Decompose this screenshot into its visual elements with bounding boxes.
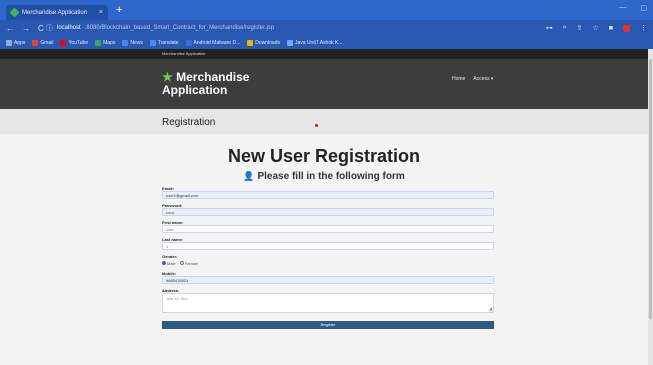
gender-female-option[interactable]: Female bbox=[179, 261, 198, 266]
cursor-dot bbox=[315, 124, 318, 127]
subheader-title: Registration bbox=[162, 117, 216, 128]
bookmark-gmail[interactable]: Gmail bbox=[32, 39, 53, 46]
page-scrollbar[interactable] bbox=[648, 49, 653, 365]
lastname-field[interactable]: 1 bbox=[162, 242, 494, 250]
bookmark-youtube[interactable]: YouTube bbox=[60, 39, 88, 46]
registration-content: New User Registration 👤 Please fill in th… bbox=[0, 134, 648, 365]
translate-icon bbox=[149, 39, 156, 46]
bookmark-translate[interactable]: Translate bbox=[149, 39, 179, 46]
brand-line-2: Application bbox=[162, 83, 228, 97]
menu-kebab-icon[interactable]: ⋮ bbox=[640, 24, 647, 32]
menu-home[interactable]: Home bbox=[452, 76, 465, 82]
brand-line-1: Merchandise bbox=[176, 70, 250, 84]
maximize-icon[interactable]: ▢ bbox=[640, 4, 647, 12]
url-path: :8080/Blockchain_based_Smart_Contract_fo… bbox=[84, 25, 275, 31]
bookmark-downloads[interactable]: Downloads bbox=[247, 39, 280, 46]
firstname-field[interactable]: user bbox=[162, 225, 494, 233]
site-brand[interactable]: ★ Merchandise Application bbox=[162, 71, 249, 97]
share-icon[interactable]: ⇪ bbox=[577, 24, 583, 32]
bookmarks-bar: Apps Gmail YouTube Maps News Translate A… bbox=[0, 36, 653, 49]
main-menu: Home Access ▾ bbox=[452, 76, 493, 82]
apps-icon bbox=[6, 39, 12, 46]
top-navbar: Merchandise Application bbox=[0, 49, 648, 59]
gender-male-option[interactable]: Male bbox=[162, 261, 176, 266]
menu-access[interactable]: Access ▾ bbox=[473, 76, 493, 82]
downloads-icon bbox=[247, 39, 254, 46]
male-radio[interactable] bbox=[162, 261, 166, 266]
form-subtitle: 👤 Please fill in the following form bbox=[243, 171, 405, 182]
back-icon[interactable]: ← bbox=[6, 24, 14, 33]
topbar-brand[interactable]: Merchandise Application bbox=[162, 51, 205, 56]
resize-grip-icon[interactable]: ◢ bbox=[489, 306, 492, 311]
zoom-icon[interactable]: ⌕ bbox=[563, 24, 567, 32]
android-icon bbox=[185, 39, 192, 46]
site-info-icon[interactable]: ⓘ bbox=[46, 23, 53, 33]
new-tab-icon[interactable]: + bbox=[116, 5, 122, 16]
bookmark-maps[interactable]: Maps bbox=[95, 39, 115, 46]
youtube-icon bbox=[60, 39, 67, 46]
news-icon bbox=[122, 39, 129, 46]
password-field[interactable]: •••••• bbox=[162, 208, 494, 216]
bookmark-apps[interactable]: Apps bbox=[6, 39, 25, 46]
toolbar-right-icons: ⊶ ⌕ ⇪ ☆ ■ ⋮ bbox=[546, 24, 647, 32]
browser-tabstrip: Merchandise Application × + — ▢ bbox=[0, 0, 653, 20]
tab-title: Merchandise Application bbox=[22, 9, 88, 16]
sidepanel-icon[interactable]: ■ bbox=[609, 25, 613, 32]
site-favicon-icon bbox=[9, 7, 20, 18]
web-page: Merchandise Application ★ Merchandise Ap… bbox=[0, 49, 648, 365]
bookmark-android-malware[interactable]: Android Malware D... bbox=[185, 39, 240, 46]
star-icon: ★ bbox=[162, 70, 173, 84]
forward-icon[interactable]: → bbox=[22, 24, 30, 33]
address-textarea[interactable]: Just for Test ◢ bbox=[162, 293, 494, 313]
page-title: New User Registration bbox=[227, 146, 421, 166]
reload-icon[interactable]: C bbox=[38, 24, 44, 33]
bookmark-java-unit[interactable]: Java Unit7 Ashok K... bbox=[286, 39, 343, 46]
mobile-field[interactable]: 9865478521 bbox=[162, 276, 494, 284]
site-header: ★ Merchandise Application Home Access ▾ bbox=[0, 59, 648, 109]
window-controls: — ▢ bbox=[619, 4, 647, 12]
tab-close-icon[interactable]: × bbox=[99, 9, 103, 16]
url-host: localhost bbox=[57, 25, 81, 31]
bookmark-news[interactable]: News bbox=[122, 39, 143, 46]
maps-icon bbox=[95, 39, 102, 46]
gender-radio-group: Male Female bbox=[162, 259, 494, 267]
register-button[interactable]: Register bbox=[162, 321, 494, 329]
female-radio[interactable] bbox=[179, 261, 184, 266]
scrollbar-thumb[interactable] bbox=[649, 59, 652, 319]
browser-tab[interactable]: Merchandise Application × bbox=[6, 5, 108, 20]
extension-icon[interactable] bbox=[623, 24, 630, 32]
java-icon bbox=[286, 39, 293, 46]
url-field[interactable]: ⓘ localhost :8080/Blockchain_based_Smart… bbox=[46, 22, 556, 34]
email-field[interactable]: user1@gmail.com bbox=[162, 191, 494, 199]
gmail-icon bbox=[32, 39, 39, 46]
key-icon[interactable]: ⊶ bbox=[546, 24, 553, 32]
registration-form: Email: user1@gmail.com Password: •••••• … bbox=[162, 186, 494, 329]
bookmark-star-icon[interactable]: ☆ bbox=[592, 24, 598, 32]
user-icon: 👤 bbox=[243, 171, 255, 181]
minimize-icon[interactable]: — bbox=[619, 4, 626, 12]
page-subheader: Registration bbox=[0, 109, 648, 134]
address-value: Just for Test bbox=[166, 296, 188, 301]
